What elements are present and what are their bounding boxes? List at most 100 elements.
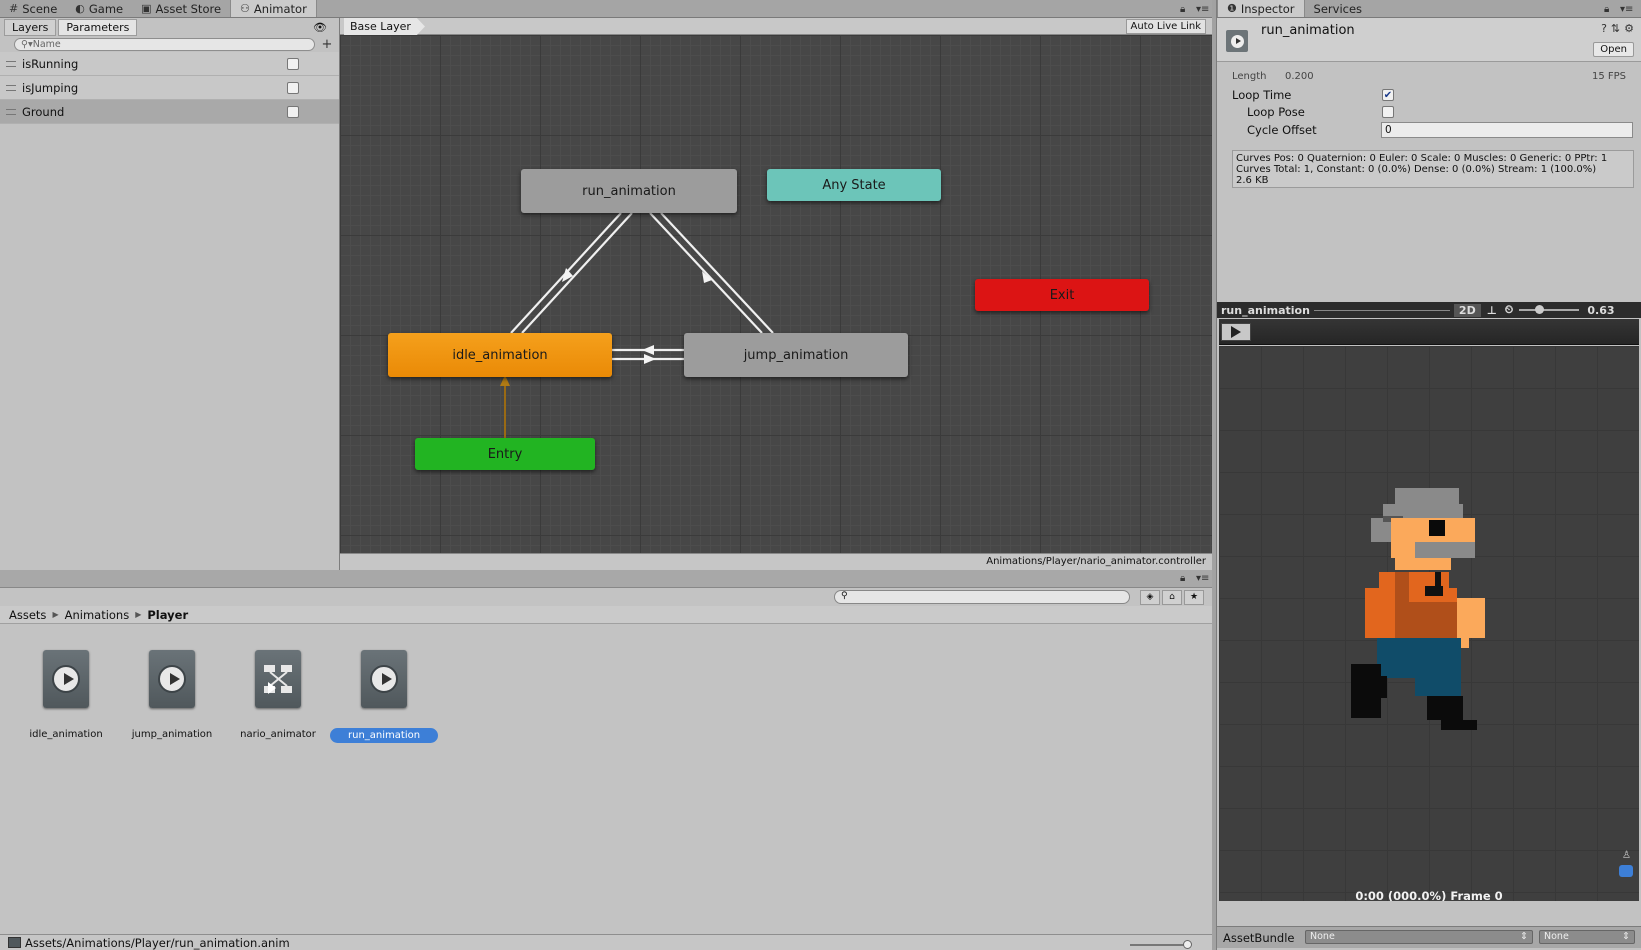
open-button[interactable]: Open xyxy=(1593,42,1634,57)
animator-controller-icon xyxy=(255,650,301,708)
filter-type-icon[interactable]: ◈ xyxy=(1140,590,1160,605)
breadcrumb: Assets ▶ Animations ▶ Player xyxy=(0,606,1212,624)
parameter-name: Ground xyxy=(22,104,65,119)
animator-icon: ⚇ xyxy=(240,2,250,15)
asset-bundle-dropdown[interactable]: None ⇕ xyxy=(1305,930,1533,944)
eye-icon[interactable]: 👁︎ xyxy=(313,21,327,34)
info-icon: ❶ xyxy=(1227,2,1237,15)
state-idle-animation[interactable]: idle_animation xyxy=(388,333,612,377)
speed-icon[interactable]: ⏲ xyxy=(1505,303,1514,317)
asset-jump-animation[interactable]: jump_animation xyxy=(118,650,226,741)
asset-bundle-variant-dropdown[interactable]: None ⇕ xyxy=(1539,930,1635,944)
breadcrumb-assets[interactable]: Assets xyxy=(9,608,46,622)
animator-subtabs: Layers Parameters 👁︎ xyxy=(0,18,339,36)
length-label: Length xyxy=(1232,71,1267,82)
state-any-state[interactable]: Any State xyxy=(767,169,941,201)
dropdown-value: None xyxy=(1310,931,1335,942)
loop-time-checkbox[interactable]: ✔ xyxy=(1382,89,1394,101)
parameter-name: isJumping xyxy=(22,80,79,95)
animator-graph[interactable]: Base Layer Auto Live Link run_animation … xyxy=(340,18,1212,553)
parameter-checkbox[interactable] xyxy=(287,81,299,94)
lock-icon[interactable]: 🔒︎ xyxy=(1180,4,1185,15)
tab-parameters[interactable]: Parameters xyxy=(58,18,138,36)
tab-animator[interactable]: ⚇ Animator xyxy=(230,0,317,17)
selected-asset-path: Assets/Animations/Player/run_animation.a… xyxy=(25,935,290,950)
drag-handle-icon[interactable] xyxy=(6,84,16,91)
pivot-icon[interactable]: ⊥ xyxy=(1487,304,1497,317)
animation-preview[interactable]: 0:00 (000.0%) Frame 0 ♙ xyxy=(1219,346,1639,901)
parameter-search-input[interactable]: ⚲▾Name xyxy=(14,37,315,51)
asset-nario-animator[interactable]: nario_animator xyxy=(224,650,332,741)
slider-knob[interactable] xyxy=(1183,940,1192,949)
tab-game[interactable]: ◐ Game xyxy=(66,0,132,17)
chevron-updown-icon: ⇕ xyxy=(1520,931,1528,942)
transition-arrow-icon xyxy=(642,345,654,355)
gear-icon[interactable]: ⚙ xyxy=(1624,22,1634,35)
speed-slider[interactable] xyxy=(1519,305,1580,314)
curves-info: Curves Pos: 0 Quaternion: 0 Euler: 0 Sca… xyxy=(1232,150,1634,188)
favorite-star-icon[interactable]: ★ xyxy=(1184,590,1204,605)
parameters-panel: Layers Parameters 👁︎ ⚲▾Name + isRunning … xyxy=(0,18,340,570)
curves-line: 2.6 KB xyxy=(1236,175,1269,186)
state-run-animation[interactable]: run_animation xyxy=(521,169,737,213)
state-exit[interactable]: Exit xyxy=(975,279,1149,311)
tab-label: Game xyxy=(88,1,124,16)
help-icon[interactable]: ? xyxy=(1601,22,1607,35)
parameter-row[interactable]: isRunning xyxy=(0,52,339,76)
cycle-offset-field[interactable]: 0 xyxy=(1381,122,1633,138)
preview-divider xyxy=(1313,309,1450,311)
menu-icon[interactable]: ▾≡ xyxy=(1196,573,1209,584)
play-button[interactable] xyxy=(1221,323,1251,341)
label-tag-icon[interactable] xyxy=(1619,865,1633,877)
asset-run-animation[interactable]: run_animation xyxy=(330,650,439,743)
asset-idle-animation[interactable]: idle_animation xyxy=(12,650,120,741)
breadcrumb-animations[interactable]: Animations xyxy=(65,608,130,622)
lock-icon[interactable]: 🔒︎ xyxy=(1180,573,1185,584)
tab-label: Scene xyxy=(22,1,58,16)
inspector-title: run_animation xyxy=(1261,23,1355,38)
add-parameter-button[interactable]: + xyxy=(319,37,335,52)
tab-layers[interactable]: Layers xyxy=(4,18,57,36)
lock-icon[interactable]: 🔒︎ xyxy=(1604,4,1609,15)
preset-icon[interactable]: ⇅ xyxy=(1611,22,1620,35)
tab-services[interactable]: Services xyxy=(1305,0,1372,17)
parameter-checkbox[interactable] xyxy=(287,105,299,118)
avatar-pivot-icon[interactable]: ♙ xyxy=(1622,850,1631,861)
state-label: Entry xyxy=(487,446,523,462)
grid-icon: # xyxy=(9,2,19,15)
length-value: 0.200 xyxy=(1285,71,1314,82)
icon-size-slider[interactable] xyxy=(1130,940,1192,949)
animation-clip-icon xyxy=(149,650,195,708)
fps-value: 15 FPS xyxy=(1592,71,1627,82)
parameter-row[interactable]: Ground xyxy=(0,100,339,124)
tab-asset-store[interactable]: ▣ Asset Store xyxy=(132,0,230,17)
curves-line: Curves Pos: 0 Quaternion: 0 Euler: 0 Sca… xyxy=(1236,153,1608,164)
preview-title: run_animation xyxy=(1221,303,1310,317)
preview-header: run_animation 2D ⊥ ⏲ 0.63 xyxy=(1217,302,1641,318)
parameter-checkbox[interactable] xyxy=(287,57,299,70)
asset-label: nario_animator xyxy=(240,729,316,740)
tab-inspector[interactable]: ❶ Inspector xyxy=(1217,0,1305,17)
asset-label: jump_animation xyxy=(131,729,213,740)
menu-icon[interactable]: ▾≡ xyxy=(1196,4,1209,15)
loop-pose-checkbox[interactable] xyxy=(1382,106,1394,118)
tab-scene[interactable]: # Scene xyxy=(0,0,66,17)
drag-handle-icon[interactable] xyxy=(6,60,16,67)
asset-label: run_animation xyxy=(330,728,439,743)
filter-label-icon[interactable]: ⌂ xyxy=(1162,590,1182,605)
project-search-input[interactable]: ⚲ xyxy=(834,590,1130,604)
breadcrumb-player[interactable]: Player xyxy=(147,608,188,622)
drag-handle-icon[interactable] xyxy=(6,108,16,115)
curves-line: Curves Total: 1, Constant: 0 (0.0%) Dens… xyxy=(1236,164,1597,175)
preview-toolbar xyxy=(1219,319,1639,345)
slider-knob[interactable] xyxy=(1535,305,1545,314)
state-entry[interactable]: Entry xyxy=(415,438,595,470)
cycle-offset-label: Cycle Offset xyxy=(1247,123,1317,137)
chevron-right-icon: ▶ xyxy=(135,610,142,619)
parameter-row[interactable]: isJumping xyxy=(0,76,339,100)
menu-icon[interactable]: ▾≡ xyxy=(1620,4,1633,15)
asset-bundle-row: AssetBundle None ⇕ None ⇕ xyxy=(1217,926,1641,948)
state-jump-animation[interactable]: jump_animation xyxy=(684,333,908,377)
header-controls: ? ⇅ ⚙ xyxy=(1601,22,1634,35)
mode-2d-button[interactable]: 2D xyxy=(1453,303,1481,317)
